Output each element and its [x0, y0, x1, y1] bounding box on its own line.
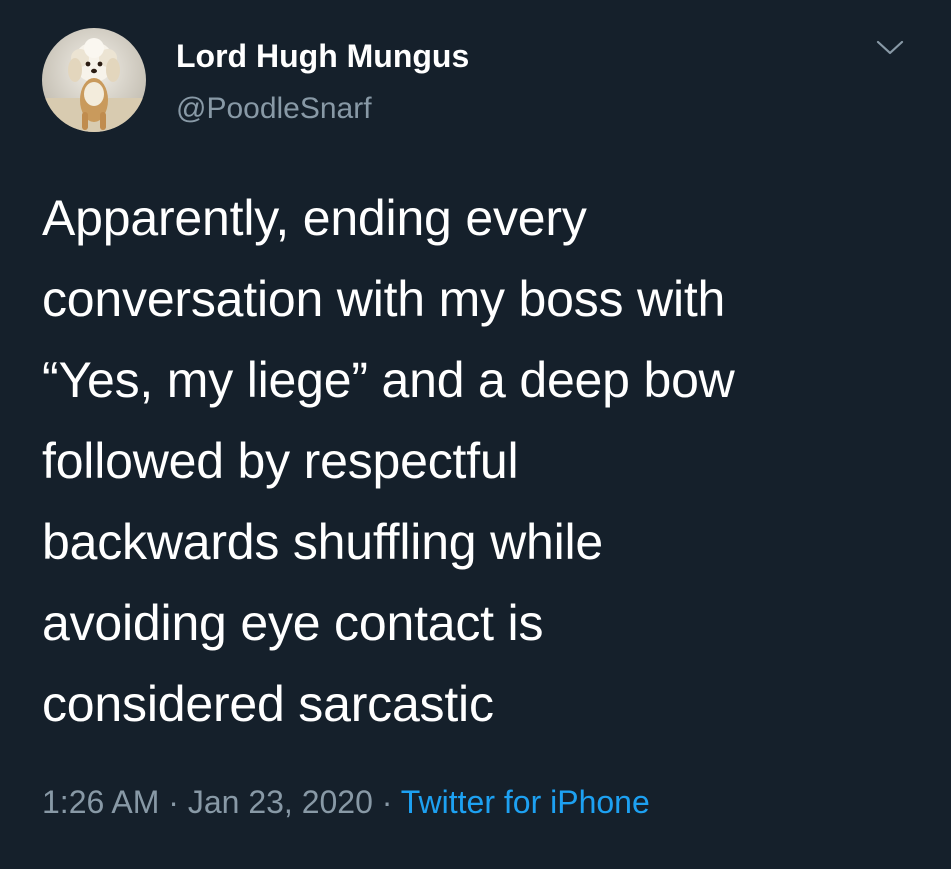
meta-separator: · [168, 784, 179, 820]
tweet-time[interactable]: 1:26 AM [42, 784, 159, 820]
author-handle[interactable]: @PoodleSnarf [176, 92, 372, 126]
tweet-meta: 1:26 AM · Jan 23, 2020 · Twitter for iPh… [42, 784, 650, 821]
poodle-avatar-icon [42, 28, 146, 132]
chevron-down-icon[interactable] [872, 36, 908, 60]
tweet-source-link[interactable]: Twitter for iPhone [401, 784, 650, 820]
meta-separator: · [381, 784, 393, 820]
tweet-card: Lord Hugh Mungus @PoodleSnarf Apparently… [0, 0, 951, 869]
tweet-text: Apparently, ending every conversation wi… [42, 190, 735, 732]
tweet-date[interactable]: Jan 23, 2020 [188, 784, 373, 820]
author-display-name[interactable]: Lord Hugh Mungus [176, 38, 469, 75]
avatar[interactable] [42, 28, 146, 132]
